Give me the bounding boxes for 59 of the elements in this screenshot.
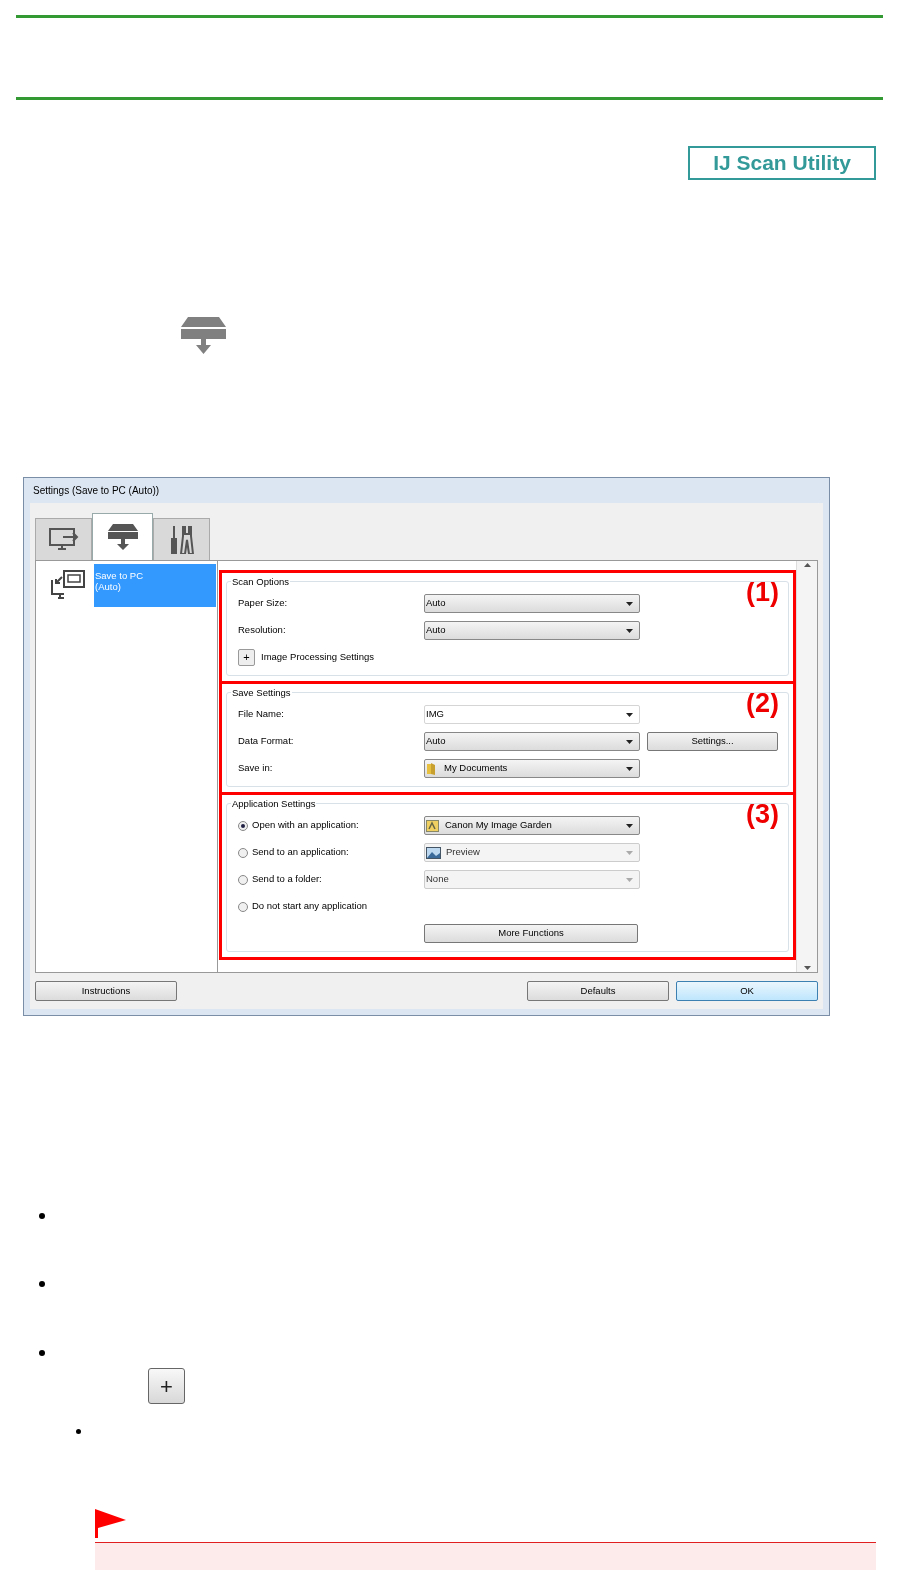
folder-icon (426, 762, 436, 775)
field-label: Send to an application: (252, 845, 349, 860)
image-icon (426, 846, 441, 859)
scanner-icon (181, 317, 226, 354)
scrollbar[interactable] (796, 561, 817, 972)
tab[interactable] (92, 513, 153, 560)
settings-button[interactable]: Settings... (647, 732, 778, 751)
flag-icon (95, 1509, 126, 1538)
radio-button[interactable] (238, 820, 248, 831)
dropdown-arrow-icon (626, 823, 633, 828)
tab[interactable] (35, 518, 92, 560)
dialog-button[interactable]: Instructions (35, 981, 177, 1001)
dropdown[interactable]: Auto (424, 732, 640, 751)
field-label: Open with an application: (252, 818, 359, 833)
bullet-icon (76, 1429, 81, 1434)
dropdown[interactable]: Auto (424, 621, 640, 640)
computer-icon (48, 527, 79, 552)
dropdown-arrow-icon (626, 601, 633, 606)
dropdown-arrow-icon (626, 850, 633, 855)
scroll-down-icon[interactable] (803, 966, 811, 970)
bullet-icon (39, 1350, 45, 1356)
group-title: Scan Options (231, 575, 291, 590)
bullet-icon (39, 1281, 45, 1287)
field-label: Image Processing Settings (261, 650, 374, 665)
dropdown[interactable]: My Documents (424, 759, 640, 778)
dropdown-arrow-icon (626, 628, 633, 633)
product-badge: IJ Scan Utility (688, 146, 876, 180)
dropdown-arrow-icon (626, 739, 633, 744)
scroll-up-icon[interactable] (803, 563, 811, 567)
combo-box[interactable]: IMG (424, 705, 640, 724)
callout-number: (3) (746, 801, 779, 828)
field-label: Data Format: (238, 734, 294, 749)
more-functions-button[interactable]: More Functions (424, 924, 638, 943)
dropdown-arrow-icon (626, 877, 633, 882)
dropdown-arrow-icon (626, 712, 633, 717)
field-label: Save in: (238, 761, 273, 776)
group-title: Save Settings (231, 686, 292, 701)
field-label: Resolution: (238, 623, 286, 638)
field-label: Paper Size: (238, 596, 288, 611)
group-title: Application Settings (231, 797, 317, 812)
tools-icon (168, 525, 195, 554)
callout-number: (1) (746, 579, 779, 606)
dropdown[interactable]: Canon My Image Garden (424, 816, 640, 835)
scanner-icon (107, 524, 138, 550)
field-label: File Name: (238, 707, 284, 722)
app-icon (426, 819, 439, 832)
tab[interactable] (153, 518, 210, 560)
field-label: Send to a folder: (252, 872, 322, 887)
dropdown-arrow-icon (626, 766, 633, 771)
dialog-button[interactable]: OK (676, 981, 818, 1001)
dropdown[interactable]: Auto (424, 594, 640, 613)
dialog-button[interactable]: Defaults (527, 981, 669, 1001)
field-label: Do not start any application (252, 899, 368, 914)
radio-button[interactable] (238, 901, 248, 912)
callout-number: (2) (746, 690, 779, 717)
window-title: Settings (Save to PC (Auto)) (32, 484, 161, 498)
bullet-icon (39, 1213, 45, 1219)
expand-button[interactable]: + (238, 649, 255, 666)
computer-icon (50, 570, 86, 600)
